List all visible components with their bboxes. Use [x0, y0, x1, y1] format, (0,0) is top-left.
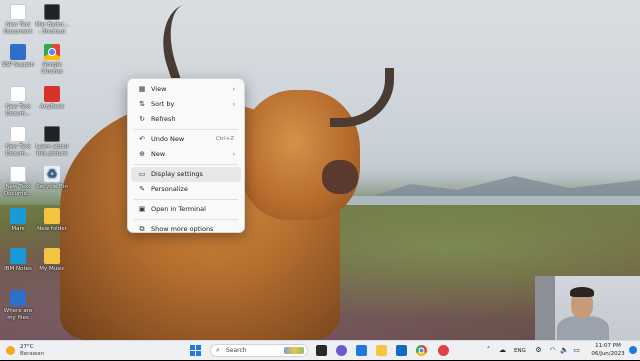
desktop-icon-new-text-document-2[interactable]: New Text Docum...	[0, 86, 36, 117]
text-document-icon	[10, 166, 26, 182]
chevron-right-icon: ›	[232, 86, 235, 93]
plus-icon: ⊕	[139, 150, 145, 158]
text-document-icon	[10, 86, 26, 102]
app-icon	[10, 44, 26, 60]
menu-separator	[134, 199, 238, 200]
refresh-icon: ↻	[139, 115, 145, 123]
webcam-background	[535, 276, 555, 340]
search-highlight-art	[284, 347, 304, 354]
display-icon: ▭	[138, 170, 146, 178]
menu-item-personalize[interactable]: ✎ Personalize	[131, 182, 241, 197]
desktop-icon-google-chrome[interactable]: Google Chrome	[34, 44, 70, 75]
desktop-icon-new-folder[interactable]: New folder	[34, 208, 70, 233]
desktop-context-menu: ▦ View › ⇅ Sort by › ↻ Refresh ↶ Undo Ne…	[127, 78, 245, 233]
chat-icon[interactable]	[336, 345, 347, 356]
notes-icon	[10, 248, 26, 264]
text-document-icon	[10, 4, 26, 20]
desktop-icon-new-text-document-4[interactable]: New Text Docume...	[0, 166, 36, 197]
desktop-icon-where-are-my-files[interactable]: Where are my files	[0, 290, 36, 321]
recorder-icon[interactable]	[438, 345, 449, 356]
notification-icon[interactable]	[629, 346, 637, 354]
desktop-icon-my-music[interactable]: My Music	[34, 248, 70, 273]
desktop-icon-new-text-document-3[interactable]: New Text Docum...	[0, 126, 36, 157]
chrome-icon	[44, 44, 60, 60]
desktop-icon-mars[interactable]: Mars	[0, 208, 36, 233]
search-icon: ⌕	[216, 346, 220, 354]
shortcut-icon	[44, 4, 60, 20]
desktop-icon-new-text-document-1[interactable]: New Text Document	[0, 4, 36, 35]
brush-icon: ✎	[139, 185, 145, 193]
task-view-icon[interactable]	[316, 345, 327, 356]
mail-icon[interactable]	[396, 345, 407, 356]
webcam-person-shirt	[557, 316, 609, 340]
terminal-icon: ▣	[138, 205, 146, 213]
recycle-bin-icon: ♻	[44, 166, 60, 182]
wallpaper-cow-horn-right	[330, 68, 394, 127]
music-folder-icon	[44, 248, 60, 264]
weather-temp: 27°C	[20, 344, 34, 350]
taskbar-search[interactable]: ⌕ Search	[210, 344, 308, 357]
wallpaper-cow-nose	[322, 160, 358, 194]
wifi-icon[interactable]: ◠	[548, 346, 557, 355]
undo-icon: ↶	[139, 135, 145, 143]
taskbar: 27°C Berawan ⌕ Search ˄ ☁ ENG ⚙ ◠ 🔈 ▭ 11…	[0, 340, 640, 360]
language-indicator[interactable]: ENG	[514, 341, 526, 361]
menu-item-display-settings[interactable]: ▭ Display settings	[131, 167, 241, 182]
webcam-person-hair	[570, 287, 594, 297]
sort-icon: ⇅	[139, 100, 145, 108]
menu-item-sort-by[interactable]: ⇅ Sort by ›	[131, 97, 241, 112]
camera-icon	[44, 126, 60, 142]
sun-icon	[6, 346, 15, 355]
file-explorer-icon[interactable]	[376, 345, 387, 356]
anydesk-icon	[44, 86, 60, 102]
start-button[interactable]	[190, 345, 201, 356]
app-icon	[10, 208, 26, 224]
clock-date: 06/Jun/2023	[591, 350, 625, 357]
menu-separator	[134, 129, 238, 130]
menu-item-view[interactable]: ▦ View ›	[131, 82, 241, 97]
grid-icon: ▦	[138, 85, 146, 93]
menu-separator	[134, 219, 238, 220]
menu-item-refresh[interactable]: ↻ Refresh	[131, 112, 241, 127]
menu-separator	[134, 164, 238, 165]
desktop-icon-ssp[interactable]: SSP Suspen	[0, 44, 36, 69]
menu-item-open-in-terminal[interactable]: ▣ Open in Terminal	[131, 202, 241, 217]
text-document-icon	[10, 126, 26, 142]
settings-icon[interactable]: ⚙	[534, 346, 543, 355]
more-options-icon: ⧉	[139, 225, 145, 233]
menu-shortcut: Ctrl+Z	[215, 136, 234, 142]
search-label: Search	[226, 347, 247, 354]
chevron-up-icon[interactable]: ˄	[484, 346, 493, 355]
chevron-right-icon: ›	[232, 101, 235, 108]
cloud-icon[interactable]: ☁	[498, 346, 507, 355]
info-icon	[10, 290, 26, 306]
taskbar-clock[interactable]: 11:07 PM 06/Jun/2023	[588, 343, 628, 358]
desktop-icon-anydesk[interactable]: AnyDesk	[34, 86, 70, 111]
desktop-icon-ibm-notes[interactable]: IBM Notes	[0, 248, 36, 273]
menu-item-undo-new[interactable]: ↶ Undo New Ctrl+Z	[131, 132, 241, 147]
volume-icon[interactable]: 🔈	[560, 346, 569, 355]
clock-time: 11:07 PM	[595, 343, 621, 349]
desktop-icon-recycle-bin[interactable]: ♻ Recycle Bin	[34, 166, 70, 191]
weather-condition: Berawan	[20, 351, 45, 357]
chrome-icon[interactable]	[416, 345, 427, 356]
folder-icon	[44, 208, 60, 224]
desktop-icon-learn-about-picture[interactable]: Learn about this picture	[34, 126, 70, 157]
edge-icon[interactable]	[356, 345, 367, 356]
battery-icon[interactable]: ▭	[572, 346, 581, 355]
weather-widget[interactable]: 27°C Berawan	[6, 343, 66, 359]
menu-item-show-more-options[interactable]: ⧉ Show more options	[131, 222, 241, 237]
chevron-right-icon: ›	[232, 151, 235, 158]
desktop-icon-shortcut[interactable]: Mar Bydor... - Shortcut	[34, 4, 70, 35]
menu-item-new[interactable]: ⊕ New ›	[131, 147, 241, 162]
webcam-overlay	[535, 276, 640, 340]
